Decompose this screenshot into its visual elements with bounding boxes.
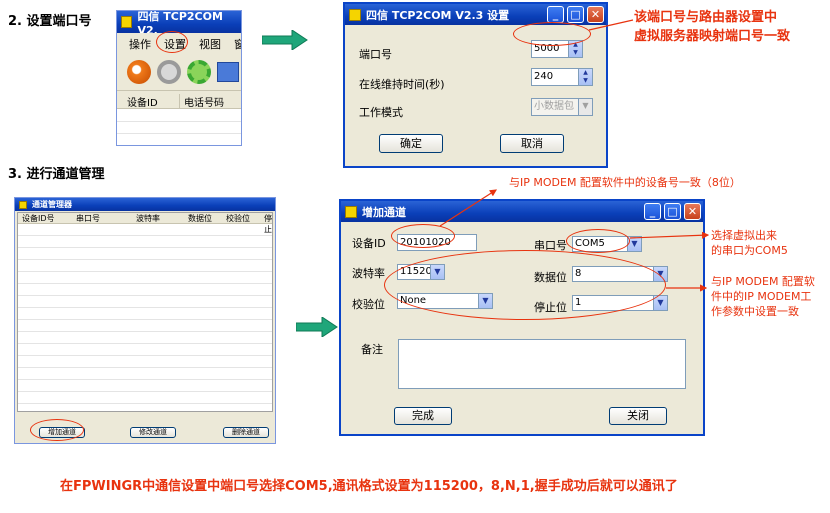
close-dialog-button[interactable]: 关闭 — [609, 407, 667, 425]
table-row-line — [18, 307, 272, 308]
col-device-id: 设备ID — [127, 98, 158, 109]
table-row-line — [18, 391, 272, 392]
table-row-line — [18, 271, 272, 272]
com-annotation: 选择虚拟出来 的串口为COM5 — [711, 229, 788, 257]
table-row-line — [18, 259, 272, 260]
settings-title: 四信 TCP2COM V2.3 设置 — [366, 8, 510, 22]
mode-value: 小数据包 — [534, 101, 574, 112]
col-com: 串口号 — [76, 214, 100, 223]
remark-textarea[interactable] — [398, 339, 686, 389]
delete-channel-button[interactable]: 删除通道 — [223, 427, 269, 438]
port-annotation: 该端口号与路由器设置中 虚拟服务器映射端口号一致 — [634, 10, 791, 44]
settings-window-icon — [349, 8, 361, 21]
col-device-id: 设备ID号 — [22, 214, 55, 223]
app-icon — [121, 16, 133, 28]
arrow-right-icon — [296, 317, 338, 337]
menu-view[interactable]: 视图 — [199, 36, 221, 52]
table-row-line — [18, 331, 272, 332]
channel-manager-window: 通道管理器 设备ID号 串口号 波特率 数据位 校验位 停止 增加通道 修改通道… — [14, 197, 276, 444]
connect-icon[interactable] — [127, 60, 151, 84]
table-row-line — [18, 355, 272, 356]
table-header: 设备ID 电话号码 — [117, 91, 241, 109]
footer-note: 在FPWINGR中通信设置中端口号选择COM5,通讯格式设置为115200，8,… — [60, 479, 678, 494]
edit-channel-button[interactable]: 修改通道 — [130, 427, 176, 438]
mode-select[interactable]: 小数据包 ▼ — [531, 98, 593, 116]
toolbar — [117, 53, 241, 91]
port-highlight — [513, 22, 591, 46]
app-titlebar: 四信 TCP2COM V2. — [117, 11, 241, 37]
annotation-pointer — [588, 19, 634, 31]
add-channel-title: 增加通道 — [362, 205, 406, 219]
finish-button[interactable]: 完成 — [394, 407, 452, 425]
ok-button[interactable]: 确定 — [379, 134, 443, 153]
table-row-line — [18, 367, 272, 368]
add-channel-highlight — [30, 419, 84, 441]
settings-menu-highlight — [156, 31, 188, 53]
keepalive-value: 240 — [534, 71, 554, 82]
channel-manager-icon — [19, 200, 27, 209]
disconnect-icon[interactable] — [157, 60, 181, 84]
chevron-down-icon[interactable]: ▼ — [578, 99, 592, 115]
table-row-line — [18, 403, 272, 404]
table-row-line — [18, 247, 272, 248]
device-id-label: 设备ID — [352, 237, 386, 250]
minimize-button[interactable]: _ — [547, 6, 564, 23]
col-baud: 波特率 — [136, 214, 160, 223]
step2-title: 2. 设置端口号 — [8, 14, 92, 29]
remark-label: 备注 — [361, 343, 383, 356]
menu-operate[interactable]: 操作 — [129, 36, 151, 52]
cancel-button[interactable]: 取消 — [500, 134, 564, 153]
col-phone: 电话号码 — [179, 94, 224, 109]
col-parity: 校验位 — [226, 214, 250, 223]
add-channel-icon — [345, 205, 357, 218]
keepalive-label: 在线维持时间(秒) — [359, 78, 445, 91]
channel-table-header: 设备ID号 串口号 波特率 数据位 校验位 停止 — [18, 213, 272, 234]
channel-table: 设备ID号 串口号 波特率 数据位 校验位 停止 — [17, 212, 273, 412]
gear-icon[interactable] — [187, 60, 211, 84]
maximize-button[interactable]: □ — [567, 6, 584, 23]
settings-titlebar: 四信 TCP2COM V2.3 设置 _ □ ✕ — [345, 4, 606, 25]
params-annotation: 与IP MODEM 配置软 件中的IP MODEM工 作参数中设置一致 — [711, 275, 815, 318]
col-stopbits: 停止 — [264, 214, 272, 234]
app-window: 四信 TCP2COM V2. 操作 设置 视图 窗 设备ID 电话号码 — [116, 10, 242, 146]
col-databits: 数据位 — [188, 214, 212, 223]
table-row-line — [18, 295, 272, 296]
table-row-line — [18, 283, 272, 284]
channel-manager-title: 通道管理器 — [32, 200, 72, 209]
arrow-right-icon — [262, 30, 308, 50]
parity-label: 校验位 — [352, 298, 385, 311]
step3-title: 3. 进行通道管理 — [8, 167, 105, 182]
keepalive-input[interactable]: 240 ▲ ▼ — [531, 68, 593, 86]
table-row-line — [18, 343, 272, 344]
table-row-line — [18, 319, 272, 320]
baud-label: 波特率 — [352, 267, 385, 280]
menu-window[interactable]: 窗 — [234, 36, 241, 52]
port-label: 端口号 — [359, 48, 392, 61]
mode-label: 工作模式 — [359, 106, 403, 119]
table-row-line — [18, 379, 272, 380]
keepalive-spinner[interactable]: ▲ ▼ — [578, 69, 592, 85]
monitor-icon[interactable] — [217, 62, 239, 82]
device-id-annotation: 与IP MODEM 配置软件中的设备号一致（8位） — [509, 176, 741, 189]
table-row-line — [18, 235, 272, 236]
channel-manager-titlebar: 通道管理器 — [15, 198, 275, 211]
